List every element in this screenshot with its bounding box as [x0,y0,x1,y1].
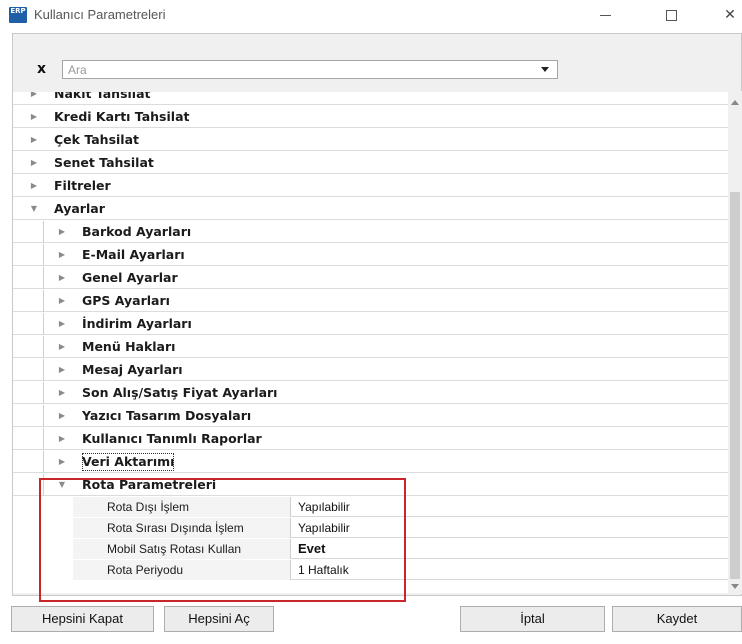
collapsed-arrow-icon[interactable]: ▶ [56,336,68,358]
window-title: Kullanıcı Parametreleri [34,7,166,22]
tree-item-nakit-tahsilat[interactable]: ▶ Nakit Tahsilat [13,92,728,105]
search-input[interactable] [63,61,523,78]
tree-item-label: Kredi Kartı Tahsilat [54,109,190,124]
close-window-button[interactable]: ✕ [715,4,742,26]
tree-item-label: Kullanıcı Tanımlı Raporlar [82,431,262,446]
vertical-scrollbar[interactable] [728,91,742,594]
filter-bar: x [13,46,741,90]
highlight-annotation [39,478,406,602]
indent-guide [43,336,44,358]
minimize-icon [599,14,611,16]
tree-item-label: Nakit Tahsilat [54,92,151,101]
tree-item-barkod-ayarlari[interactable]: ▶ Barkod Ayarları [13,221,728,243]
dropdown-arrow-icon[interactable] [541,67,549,72]
maximize-button[interactable] [656,4,686,26]
scroll-up-icon[interactable] [731,100,739,105]
tree-item-ayarlar[interactable]: ▼ Ayarlar [13,198,728,220]
collapsed-arrow-icon[interactable]: ▶ [28,106,40,128]
collapsed-arrow-icon[interactable]: ▶ [56,290,68,312]
close-icon: ✕ [724,7,736,23]
tree-item-kredi-karti-tahsilat[interactable]: ▶ Kredi Kartı Tahsilat [13,106,728,128]
indent-guide [43,244,44,266]
collapsed-arrow-icon[interactable]: ▶ [28,92,40,105]
app-logo-icon: ERP [9,7,27,23]
collapsed-arrow-icon[interactable]: ▶ [56,244,68,266]
tree-item-senet-tahsilat[interactable]: ▶ Senet Tahsilat [13,152,728,174]
collapsed-arrow-icon[interactable]: ▶ [56,313,68,335]
collapsed-arrow-icon[interactable]: ▶ [28,175,40,197]
tree-item-label: Ayarlar [54,201,105,216]
collapse-all-button[interactable]: Hepsini Kapat [11,606,154,632]
clear-filter-button[interactable]: x [37,61,46,77]
collapsed-arrow-icon[interactable]: ▶ [56,221,68,243]
indent-guide [43,359,44,381]
expanded-arrow-icon[interactable]: ▼ [28,198,40,220]
tree-item-mesaj-ayarlari[interactable]: ▶ Mesaj Ayarları [13,359,728,381]
indent-guide [43,313,44,335]
minimize-button[interactable] [590,4,620,26]
collapsed-arrow-icon[interactable]: ▶ [56,359,68,381]
scrollbar-thumb[interactable] [730,192,740,579]
indent-guide [43,221,44,243]
tree-item-label: Senet Tahsilat [54,155,154,170]
tree-item-menu-haklari[interactable]: ▶ Menü Hakları [13,336,728,358]
tree-item-label: Barkod Ayarları [82,224,192,239]
collapsed-arrow-icon[interactable]: ▶ [28,129,40,151]
tree-item-gps-ayarlari[interactable]: ▶ GPS Ayarları [13,290,728,312]
indent-guide [43,382,44,404]
tree-item-label: Filtreler [54,178,111,193]
expand-all-button[interactable]: Hepsini Aç [164,606,274,632]
indent-guide [43,451,44,473]
tree-item-kullanici-raporlar[interactable]: ▶ Kullanıcı Tanımlı Raporlar [13,428,728,450]
tree-item-label: Son Alış/Satış Fiyat Ayarları [82,385,278,400]
tree-item-label: İndirim Ayarları [82,316,192,331]
tree-item-son-alis-satis[interactable]: ▶ Son Alış/Satış Fiyat Ayarları [13,382,728,404]
tree-item-label: Menü Hakları [82,339,176,354]
tree-item-yazici-tasarim[interactable]: ▶ Yazıcı Tasarım Dosyaları [13,405,728,427]
tree-item-veri-aktarimi[interactable]: ▶ Veri Aktarımı [13,451,728,473]
tree-item-cek-tahsilat[interactable]: ▶ Çek Tahsilat [13,129,728,151]
indent-guide [43,405,44,427]
tree-item-email-ayarlari[interactable]: ▶ E-Mail Ayarları [13,244,728,266]
collapsed-arrow-icon[interactable]: ▶ [28,152,40,174]
indent-guide [43,267,44,289]
tree-item-label: E-Mail Ayarları [82,247,185,262]
tree-item-filtreler[interactable]: ▶ Filtreler [13,175,728,197]
collapsed-arrow-icon[interactable]: ▶ [56,382,68,404]
indent-guide [43,290,44,312]
tree-item-label: GPS Ayarları [82,293,170,308]
scroll-down-icon[interactable] [731,584,739,589]
tree-item-label: Yazıcı Tasarım Dosyaları [82,408,252,423]
tree-item-genel-ayarlar[interactable]: ▶ Genel Ayarlar [13,267,728,289]
tree-item-label: Veri Aktarımı [82,453,175,471]
maximize-icon [665,9,677,21]
cancel-button[interactable]: İptal [460,606,605,632]
tree-item-label: Genel Ayarlar [82,270,178,285]
collapsed-arrow-icon[interactable]: ▶ [56,405,68,427]
collapsed-arrow-icon[interactable]: ▶ [56,428,68,450]
tree-item-label: Çek Tahsilat [54,132,139,147]
save-button[interactable]: Kaydet [612,606,742,632]
collapsed-arrow-icon[interactable]: ▶ [56,451,68,473]
tree-item-label: Mesaj Ayarları [82,362,183,377]
title-bar: ERP Kullanıcı Parametreleri ✕ [0,0,742,32]
collapsed-arrow-icon[interactable]: ▶ [56,267,68,289]
indent-guide [43,428,44,450]
search-combobox[interactable] [62,60,558,79]
tree-item-indirim-ayarlari[interactable]: ▶ İndirim Ayarları [13,313,728,335]
